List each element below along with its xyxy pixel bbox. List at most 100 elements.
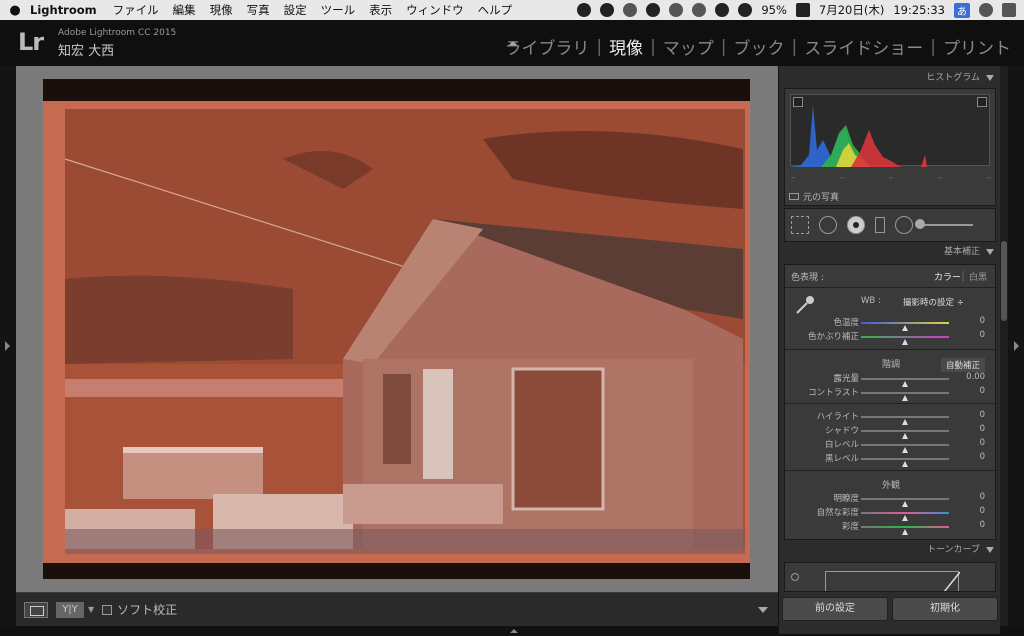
menu-view[interactable]: 表示 bbox=[369, 2, 392, 18]
blacks-track[interactable] bbox=[861, 458, 949, 467]
vibrance-track[interactable] bbox=[861, 512, 949, 521]
original-photo-toggle[interactable]: 元の写真 bbox=[789, 190, 839, 203]
time-machine-icon[interactable] bbox=[669, 3, 684, 17]
bluetooth-icon[interactable] bbox=[692, 3, 707, 17]
input-method-badge[interactable]: あ bbox=[954, 2, 970, 18]
module-print[interactable]: プリント bbox=[936, 34, 1018, 59]
highlights-value[interactable]: 0 bbox=[980, 410, 985, 420]
shadows-value[interactable]: 0 bbox=[980, 424, 985, 434]
menu-photo[interactable]: 写真 bbox=[247, 2, 270, 18]
expand-filmstrip-icon bbox=[510, 629, 518, 633]
spotlight-icon[interactable] bbox=[979, 3, 993, 17]
treatment-bw[interactable]: 白黒 bbox=[969, 270, 987, 283]
before-after-button[interactable]: Y|Y bbox=[56, 601, 84, 618]
menu-develop[interactable]: 現像 bbox=[210, 2, 233, 18]
clarity-value[interactable]: 0 bbox=[980, 492, 985, 502]
blacks-knob[interactable] bbox=[902, 461, 908, 467]
blacks-value[interactable]: 0 bbox=[980, 452, 985, 462]
tone-curve-graph[interactable] bbox=[825, 571, 961, 591]
clarity-slider-row: 明瞭度 0 bbox=[785, 492, 997, 507]
scrollbar-thumb[interactable] bbox=[1001, 241, 1007, 321]
temp-label: 色温度 bbox=[833, 318, 859, 328]
wifi-icon[interactable] bbox=[738, 3, 753, 17]
evernote-icon[interactable] bbox=[646, 3, 661, 17]
treatment-color[interactable]: カラー bbox=[934, 270, 961, 283]
menu-edit[interactable]: 編集 bbox=[173, 2, 196, 18]
module-picker: ライブラリ | 現像 | マップ | ブック | スライドショー | プリント bbox=[497, 34, 1018, 60]
collapse-basic-icon[interactable] bbox=[986, 249, 994, 255]
contrast-value[interactable]: 0 bbox=[980, 386, 985, 396]
highlight-clipping-toggle[interactable] bbox=[977, 97, 987, 107]
collapse-histogram-icon[interactable] bbox=[986, 75, 994, 81]
contrast-track[interactable] bbox=[861, 392, 949, 401]
tint-value[interactable]: 0 bbox=[980, 330, 985, 340]
battery-percent[interactable]: 95% bbox=[761, 3, 787, 17]
divider bbox=[785, 349, 997, 350]
time[interactable]: 19:25:33 bbox=[893, 3, 945, 17]
wb-eyedropper-icon[interactable] bbox=[793, 293, 817, 317]
exposure-track[interactable] bbox=[861, 378, 949, 387]
wb-select[interactable]: 撮影時の設定 ÷ bbox=[903, 296, 964, 308]
basic-header[interactable]: 基本補正 bbox=[782, 244, 996, 260]
targeted-adjustment-icon[interactable] bbox=[791, 573, 799, 581]
exposure-value[interactable]: 0.00 bbox=[966, 372, 985, 382]
saturation-knob[interactable] bbox=[902, 529, 908, 535]
right-panel-scrollbar[interactable] bbox=[1000, 66, 1008, 626]
crop-tool-icon[interactable] bbox=[791, 216, 809, 234]
whites-track[interactable] bbox=[861, 444, 949, 453]
menu-file[interactable]: ファイル bbox=[113, 2, 159, 18]
module-slideshow[interactable]: スライドショー bbox=[797, 34, 930, 59]
line-icon[interactable] bbox=[577, 3, 592, 17]
shadow-clipping-toggle[interactable] bbox=[793, 97, 803, 107]
auto-tone-button[interactable]: 自動補正 bbox=[940, 358, 985, 372]
saturation-track[interactable] bbox=[861, 526, 949, 535]
vibrance-value[interactable]: 0 bbox=[980, 506, 985, 516]
whites-value[interactable]: 0 bbox=[980, 438, 985, 448]
loupe-view-button[interactable] bbox=[24, 601, 48, 618]
temp-value[interactable]: 0 bbox=[980, 316, 985, 326]
clarity-track[interactable] bbox=[861, 498, 949, 507]
shadows-label: シャドウ bbox=[824, 426, 859, 436]
lightroom-logo: Lr bbox=[18, 28, 44, 56]
tone-curve-header[interactable]: トーンカーブ bbox=[782, 542, 996, 558]
battery-icon[interactable] bbox=[795, 3, 810, 17]
previous-settings-button[interactable]: 前の設定 bbox=[782, 597, 888, 621]
histogram-header[interactable]: ヒストグラム bbox=[782, 70, 996, 86]
tint-track[interactable] bbox=[861, 336, 949, 345]
soft-proof-checkbox[interactable] bbox=[102, 604, 113, 615]
highlights-track[interactable] bbox=[861, 416, 949, 425]
photo-preview[interactable] bbox=[43, 79, 750, 579]
saturation-value[interactable]: 0 bbox=[980, 520, 985, 530]
app-menu[interactable]: Lightroom bbox=[30, 3, 97, 17]
image-canvas[interactable] bbox=[16, 66, 778, 592]
spot-removal-tool-icon[interactable] bbox=[819, 216, 837, 234]
before-after-dropdown-icon[interactable]: ▼ bbox=[88, 605, 94, 614]
sync-icon[interactable] bbox=[623, 3, 638, 17]
graduated-filter-icon[interactable] bbox=[875, 217, 885, 233]
module-map[interactable]: マップ bbox=[656, 34, 721, 59]
module-book[interactable]: ブック bbox=[727, 34, 792, 59]
left-panel-toggle[interactable] bbox=[0, 66, 16, 634]
menu-help[interactable]: ヘルプ bbox=[478, 2, 513, 18]
module-develop[interactable]: 現像 bbox=[602, 34, 650, 59]
reset-button[interactable]: 初期化 bbox=[892, 597, 998, 621]
volume-icon[interactable] bbox=[715, 3, 730, 17]
adjustment-brush-slider[interactable] bbox=[915, 219, 973, 229]
temp-track[interactable] bbox=[861, 322, 949, 331]
contrast-knob[interactable] bbox=[902, 395, 908, 401]
radial-filter-icon[interactable] bbox=[895, 216, 913, 234]
module-library[interactable]: ライブラリ bbox=[497, 34, 596, 59]
menu-tools[interactable]: ツール bbox=[321, 2, 356, 18]
toolbar-menu-icon[interactable] bbox=[758, 606, 768, 613]
right-panel-toggle[interactable] bbox=[1008, 66, 1024, 634]
menu-settings[interactable]: 設定 bbox=[284, 2, 307, 18]
red-eye-tool-icon[interactable] bbox=[847, 216, 865, 234]
date[interactable]: 7月20日(木) bbox=[819, 2, 884, 18]
tint-knob[interactable] bbox=[902, 339, 908, 345]
shadows-track[interactable] bbox=[861, 430, 949, 439]
notification-center-icon[interactable] bbox=[1002, 3, 1016, 17]
menu-window[interactable]: ウィンドウ bbox=[406, 2, 464, 18]
collapse-tone-curve-icon[interactable] bbox=[986, 547, 994, 553]
creative-cloud-icon[interactable] bbox=[600, 3, 615, 17]
apple-menu-icon[interactable]: ● bbox=[0, 3, 30, 18]
